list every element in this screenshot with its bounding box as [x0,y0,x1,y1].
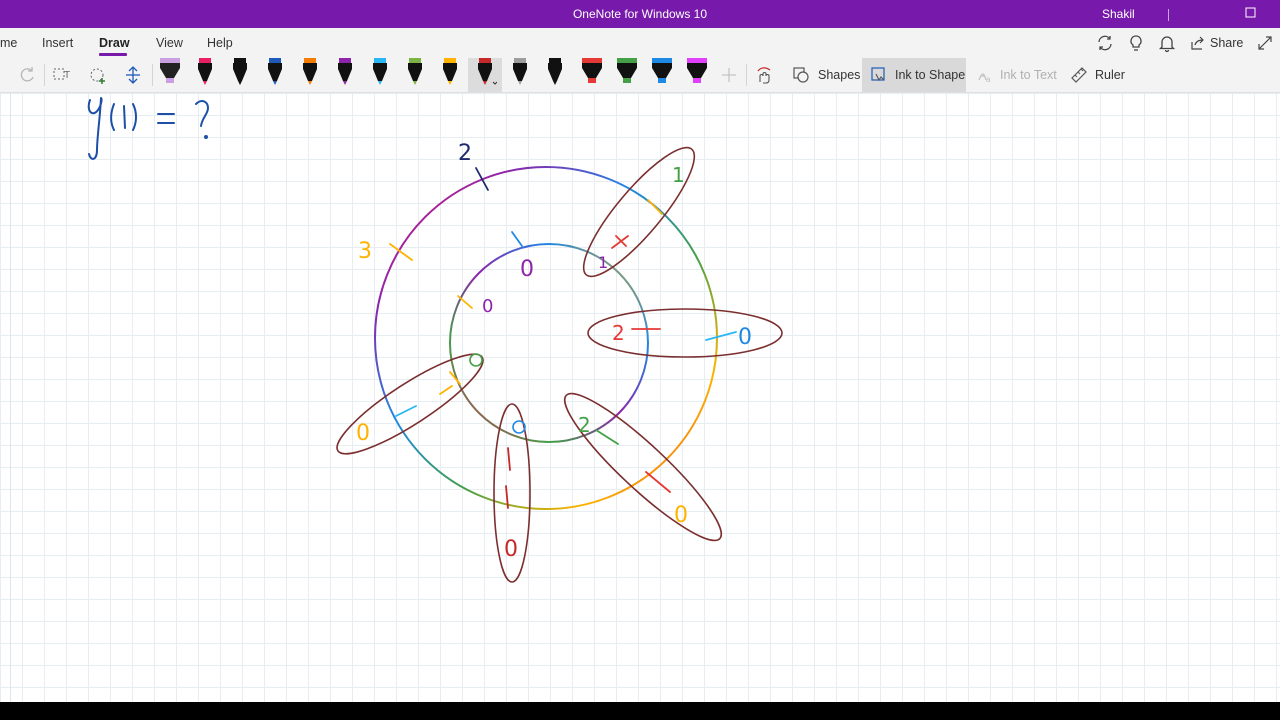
highlighter-14[interactable] [615,58,639,92]
ink-to-shape-icon [871,67,885,82]
draw-toolbar: T Shapes Ink to Shape a Ink to Text Rule… [0,58,1280,93]
pen-2[interactable] [193,58,217,92]
share-label: Share [1210,36,1244,50]
title-bar: OneNote for Windows 10 Shakil [0,0,1280,28]
pen-9[interactable] [438,58,462,92]
active-tab-indicator [99,53,127,56]
shapes-button[interactable]: Shapes [792,58,860,92]
label-0-left: 0 [356,421,370,446]
highlighter-13[interactable] [580,58,604,92]
tab-home[interactable]: me [0,36,17,50]
ruler-button[interactable]: Ruler [1070,58,1125,92]
highlighter-15[interactable] [650,58,674,92]
eraser-add-icon[interactable] [88,65,108,85]
shapes-label: Shapes [818,68,861,82]
loops [336,146,783,583]
label-2-bottom-right: 2 [578,413,591,437]
small-circles [469,353,526,434]
lightbulb-icon[interactable] [1126,33,1146,53]
pen-5[interactable] [298,58,322,92]
shapes-icon [793,67,809,83]
label-0-inner-top: 0 [520,257,534,282]
tab-view[interactable]: View [156,36,183,50]
tab-help[interactable]: Help [207,36,233,50]
svg-text:T: T [64,70,70,81]
pen-10[interactable] [473,58,497,92]
add-space-icon[interactable] [123,65,143,85]
toolbar-divider [746,64,747,86]
ink-to-text-button[interactable]: a Ink to Text [976,58,1057,92]
label-0-bottom: 0 [504,537,518,562]
sync-icon[interactable] [1095,33,1115,53]
label-1-top-right: 1 [672,163,685,187]
pen-11[interactable] [508,58,532,92]
label-0-inner-left: 0 [482,296,493,317]
redo-icon[interactable] [17,65,37,85]
ink-to-shape-button[interactable]: Ink to Shape [870,58,965,92]
toolbar-divider [152,64,153,86]
label-2-top: 2 [458,141,472,166]
toolbar-divider [44,64,45,86]
bottom-bar [0,702,1280,720]
window-title: OneNote for Windows 10 [572,7,708,21]
pen-8[interactable] [403,58,427,92]
pen-6[interactable] [333,58,357,92]
pen-3[interactable] [228,58,252,92]
ink-to-shape-label: Ink to Shape [895,68,966,82]
svg-text:a: a [986,75,991,84]
equation-ink [87,97,210,160]
user-name[interactable]: Shakil [1102,7,1135,21]
ruler-icon [1071,67,1087,83]
share-icon [1191,36,1204,50]
note-canvas[interactable]: 2 3 1 1 2 0 0 0 2 0 0 0 [0,93,1280,702]
label-1-small: 1 [598,253,608,272]
label-0-right: 0 [738,325,752,350]
pen-12[interactable] [543,58,567,92]
label-2-right: 2 [612,321,625,345]
tick-marks [389,167,737,509]
tab-draw[interactable]: Draw [99,36,130,50]
restore-icon[interactable] [1242,4,1260,22]
highlighter-16[interactable] [685,58,709,92]
tab-insert[interactable]: Insert [42,36,73,50]
lasso-select-icon[interactable]: T [52,65,74,85]
title-separator [1168,9,1169,21]
ink-labels: 2 3 1 1 2 0 0 0 2 0 0 0 [356,141,752,562]
ink-to-text-icon: a [978,73,991,84]
label-0-bottom-right: 0 [674,503,688,528]
bell-icon[interactable] [1157,33,1177,53]
highlighter-1[interactable] [158,58,182,92]
pen-4[interactable] [263,58,287,92]
ink-to-text-label: Ink to Text [1000,68,1057,82]
label-3-left: 3 [358,239,372,264]
share-button[interactable]: Share [1190,33,1243,53]
expand-icon[interactable] [1255,33,1275,53]
pen-7[interactable] [368,58,392,92]
ruler-label: Ruler [1095,68,1125,82]
touch-draw-icon[interactable] [754,65,774,85]
ribbon-tabs: me Insert Draw View Help Share [0,28,1280,58]
plus-icon[interactable] [719,65,739,85]
ink-drawing: 2 3 1 1 2 0 0 0 2 0 0 0 [87,97,783,583]
